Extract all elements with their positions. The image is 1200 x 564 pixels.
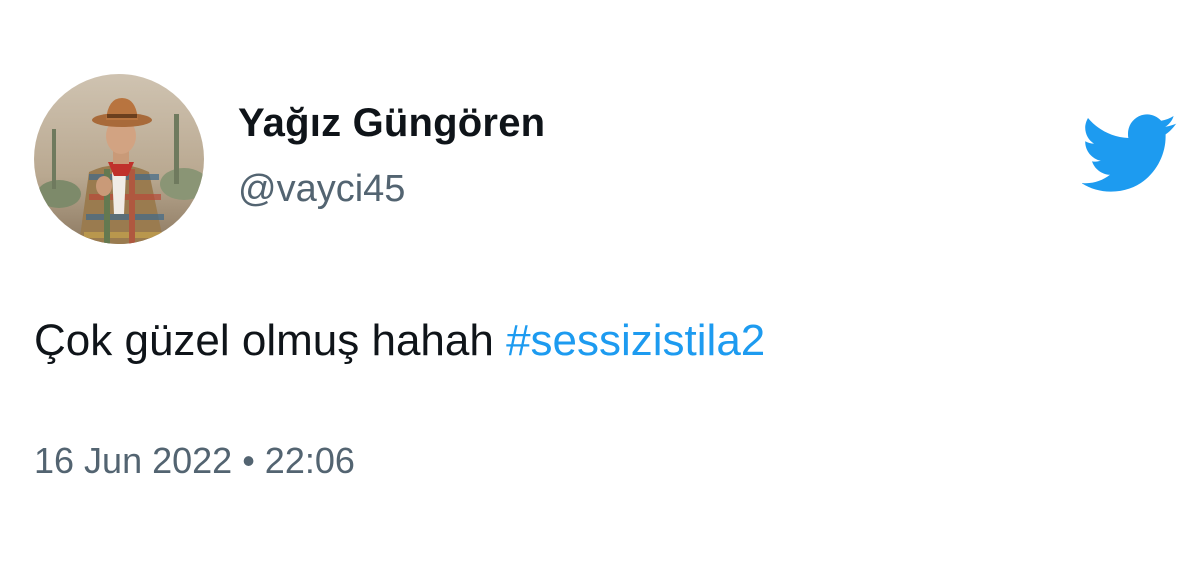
avatar-image bbox=[34, 74, 204, 244]
tweet-time: 22:06 bbox=[264, 440, 355, 481]
avatar[interactable] bbox=[34, 74, 204, 244]
tweet-body: Çok güzel olmuş hahah bbox=[34, 316, 507, 365]
hashtag-link[interactable]: #sessizistila2 bbox=[506, 316, 765, 365]
tweet-text: Çok güzel olmuş hahah #sessizistila2 bbox=[34, 316, 765, 366]
tweet-date: 16 Jun 2022 bbox=[34, 440, 233, 481]
twitter-bird-glyph bbox=[1081, 114, 1177, 192]
author-display-name[interactable]: Yağız Güngören bbox=[238, 101, 545, 146]
author-handle[interactable]: @vayci45 bbox=[238, 168, 405, 211]
twitter-bird-icon[interactable] bbox=[1081, 114, 1178, 196]
tweet-timestamp[interactable]: 16 Jun 2022 • 22:06 bbox=[34, 440, 355, 482]
separator-dot: • bbox=[242, 440, 255, 481]
tweet-card: Yağız Güngören @vayci45 Çok güzel olmuş … bbox=[0, 0, 1200, 564]
